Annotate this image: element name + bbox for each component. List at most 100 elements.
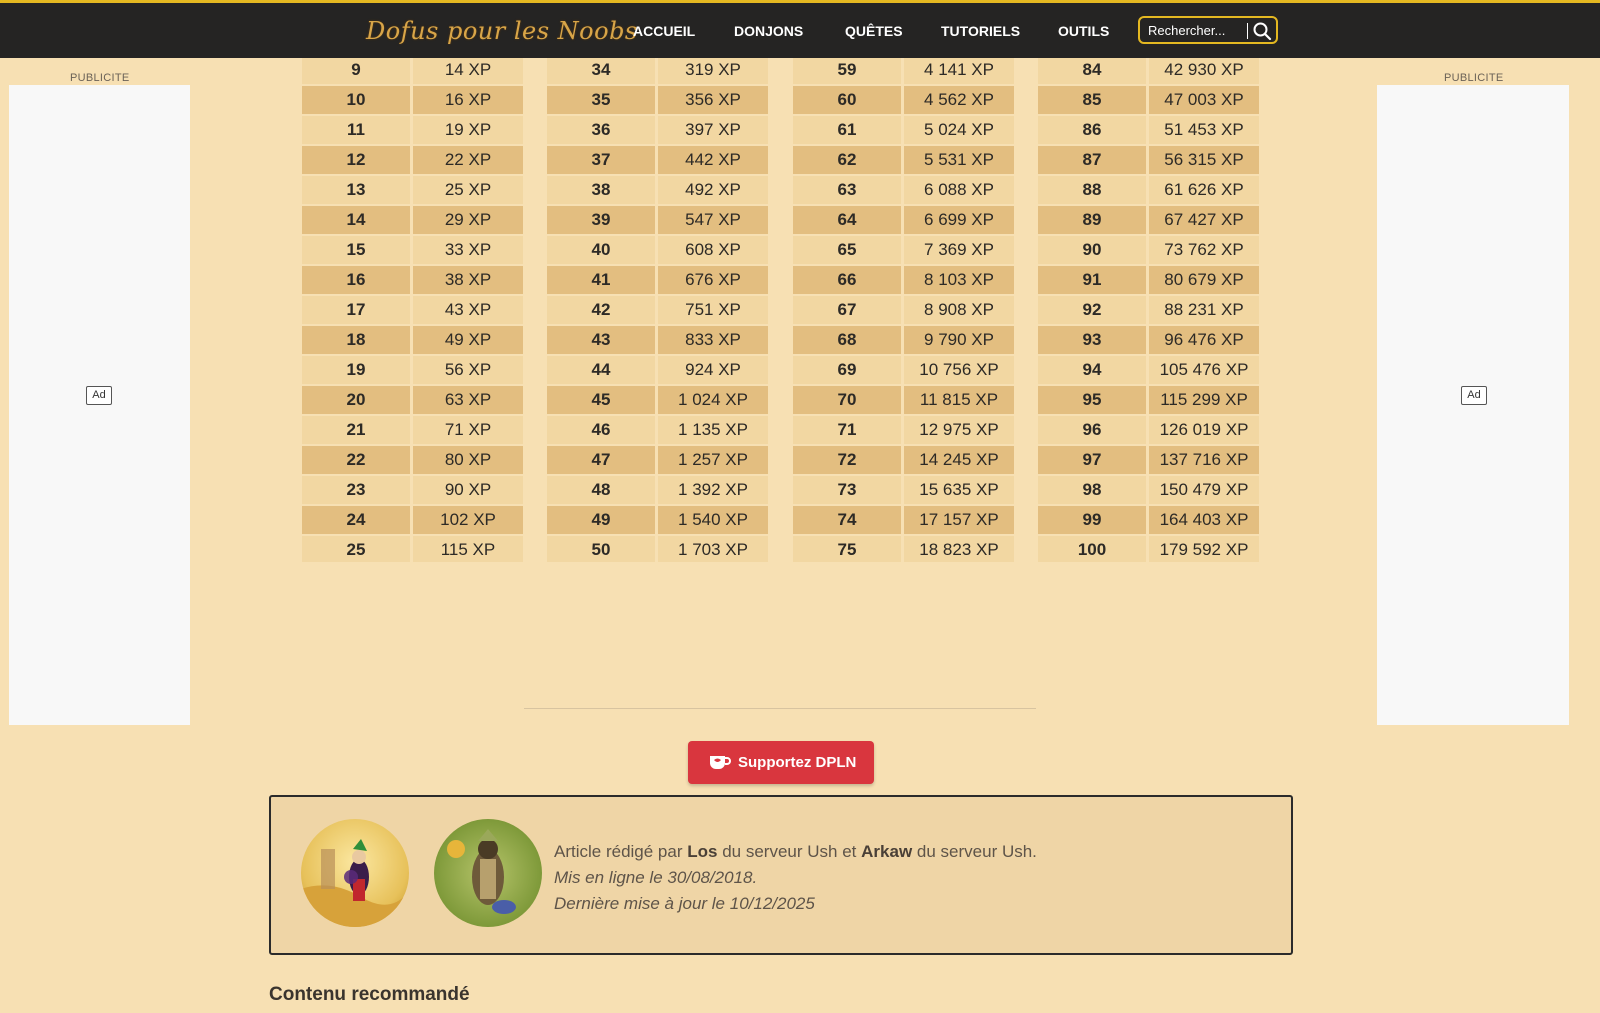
coffee-cup-icon bbox=[710, 756, 731, 769]
xp-table-row: 59 4 141 XP bbox=[793, 56, 1014, 84]
author-suffix: du serveur Ush. bbox=[916, 842, 1037, 861]
author-name-1[interactable]: Los bbox=[687, 842, 717, 861]
xp-cell: 10 756 XP bbox=[904, 356, 1014, 384]
xp-table-row: 35 356 XP bbox=[547, 86, 768, 114]
xp-table-row: 97 137 716 XP bbox=[1038, 446, 1259, 474]
level-cell: 40 bbox=[547, 236, 655, 264]
level-cell: 69 bbox=[793, 356, 901, 384]
search-input[interactable] bbox=[1148, 21, 1248, 39]
xp-cell: 608 XP bbox=[658, 236, 768, 264]
section-divider bbox=[524, 708, 1036, 709]
xp-table-row: 93 96 476 XP bbox=[1038, 326, 1259, 354]
level-cell: 99 bbox=[1038, 506, 1146, 534]
nav-outils[interactable]: OUTILS bbox=[1058, 23, 1109, 39]
xp-cell: 63 XP bbox=[413, 386, 523, 414]
support-button[interactable]: Supportez DPLN bbox=[688, 741, 874, 784]
nav-donjons[interactable]: DONJONS bbox=[734, 23, 803, 39]
xp-table-row: 92 88 231 XP bbox=[1038, 296, 1259, 324]
level-cell: 65 bbox=[793, 236, 901, 264]
level-cell: 94 bbox=[1038, 356, 1146, 384]
xp-table-row: 72 14 245 XP bbox=[793, 446, 1014, 474]
ad-badge-left: Ad bbox=[86, 386, 112, 405]
xp-table-row: 73 15 635 XP bbox=[793, 476, 1014, 504]
level-cell: 39 bbox=[547, 206, 655, 234]
level-cell: 63 bbox=[793, 176, 901, 204]
level-cell: 16 bbox=[302, 266, 410, 294]
xp-cell: 56 XP bbox=[413, 356, 523, 384]
xp-cell: 164 403 XP bbox=[1149, 506, 1259, 534]
xp-cell: 12 975 XP bbox=[904, 416, 1014, 444]
nav-accueil[interactable]: ACCUEIL bbox=[633, 23, 695, 39]
xp-cell: 7 369 XP bbox=[904, 236, 1014, 264]
xp-cell: 137 716 XP bbox=[1149, 446, 1259, 474]
published-date: Mis en ligne le 30/08/2018. bbox=[554, 868, 758, 887]
ad-slot-left[interactable]: Ad bbox=[9, 85, 190, 725]
level-cell: 49 bbox=[547, 506, 655, 534]
ad-slot-right[interactable]: Ad bbox=[1377, 85, 1569, 725]
site-logo[interactable]: Dofus pour les Noobs bbox=[366, 17, 638, 45]
xp-cell: 80 XP bbox=[413, 446, 523, 474]
xp-table-row: 94 105 476 XP bbox=[1038, 356, 1259, 384]
xp-table-row: 18 49 XP bbox=[302, 326, 523, 354]
xp-cell: 19 XP bbox=[413, 116, 523, 144]
level-cell: 20 bbox=[302, 386, 410, 414]
author-info: Article rédigé par Los du serveur Ush et… bbox=[554, 839, 1037, 917]
xp-table-row: 45 1 024 XP bbox=[547, 386, 768, 414]
search-separator bbox=[1247, 23, 1248, 39]
author-name-2[interactable]: Arkaw bbox=[861, 842, 912, 861]
author-line: Article rédigé par Los du serveur Ush et… bbox=[554, 839, 1037, 865]
xp-cell: 319 XP bbox=[658, 56, 768, 84]
xp-table-row: 61 5 024 XP bbox=[793, 116, 1014, 144]
level-cell: 73 bbox=[793, 476, 901, 504]
xp-table-row: 74 17 157 XP bbox=[793, 506, 1014, 534]
xp-table-row: 86 51 453 XP bbox=[1038, 116, 1259, 144]
level-cell: 18 bbox=[302, 326, 410, 354]
xp-table-row: 98 150 479 XP bbox=[1038, 476, 1259, 504]
xp-table-row: 68 9 790 XP bbox=[793, 326, 1014, 354]
xp-cell: 25 XP bbox=[413, 176, 523, 204]
xp-cell: 14 XP bbox=[413, 56, 523, 84]
author-avatar-arkaw[interactable] bbox=[434, 819, 542, 927]
xp-cell: 150 479 XP bbox=[1149, 476, 1259, 504]
level-cell: 86 bbox=[1038, 116, 1146, 144]
level-cell: 10 bbox=[302, 86, 410, 114]
xp-cell: 833 XP bbox=[658, 326, 768, 354]
xp-cell: 17 157 XP bbox=[904, 506, 1014, 534]
level-cell: 34 bbox=[547, 56, 655, 84]
xp-table-row: 23 90 XP bbox=[302, 476, 523, 504]
level-cell: 12 bbox=[302, 146, 410, 174]
xp-table: 710 XP812 XP914 XP1016 XP1119 XP1222 XP1… bbox=[0, 0, 1600, 562]
xp-cell: 42 930 XP bbox=[1149, 56, 1259, 84]
xp-cell: 492 XP bbox=[658, 176, 768, 204]
xp-cell: 442 XP bbox=[658, 146, 768, 174]
level-cell: 95 bbox=[1038, 386, 1146, 414]
xp-table-row: 40 608 XP bbox=[547, 236, 768, 264]
xp-cell: 751 XP bbox=[658, 296, 768, 324]
xp-cell: 676 XP bbox=[658, 266, 768, 294]
xp-table-row: 69 10 756 XP bbox=[793, 356, 1014, 384]
xp-table-row: 100 179 592 XP bbox=[1038, 536, 1259, 562]
nav-quetes[interactable]: QUÊTES bbox=[845, 23, 903, 39]
author-avatar-los[interactable] bbox=[301, 819, 409, 927]
xp-table-row: 37 442 XP bbox=[547, 146, 768, 174]
xp-cell: 6 699 XP bbox=[904, 206, 1014, 234]
search-icon[interactable] bbox=[1252, 21, 1272, 41]
xp-cell: 33 XP bbox=[413, 236, 523, 264]
xp-table-row: 62 5 531 XP bbox=[793, 146, 1014, 174]
xp-table-row: 16 38 XP bbox=[302, 266, 523, 294]
xp-table-row: 75 18 823 XP bbox=[793, 536, 1014, 562]
xp-cell: 4 141 XP bbox=[904, 56, 1014, 84]
nav-tutoriels[interactable]: TUTORIELS bbox=[941, 23, 1020, 39]
level-cell: 92 bbox=[1038, 296, 1146, 324]
xp-table-row: 85 47 003 XP bbox=[1038, 86, 1259, 114]
xp-cell: 115 299 XP bbox=[1149, 386, 1259, 414]
level-cell: 67 bbox=[793, 296, 901, 324]
level-cell: 21 bbox=[302, 416, 410, 444]
level-cell: 44 bbox=[547, 356, 655, 384]
level-cell: 50 bbox=[547, 536, 655, 562]
level-cell: 15 bbox=[302, 236, 410, 264]
xp-cell: 38 XP bbox=[413, 266, 523, 294]
xp-cell: 397 XP bbox=[658, 116, 768, 144]
xp-cell: 11 815 XP bbox=[904, 386, 1014, 414]
xp-table-row: 11 19 XP bbox=[302, 116, 523, 144]
